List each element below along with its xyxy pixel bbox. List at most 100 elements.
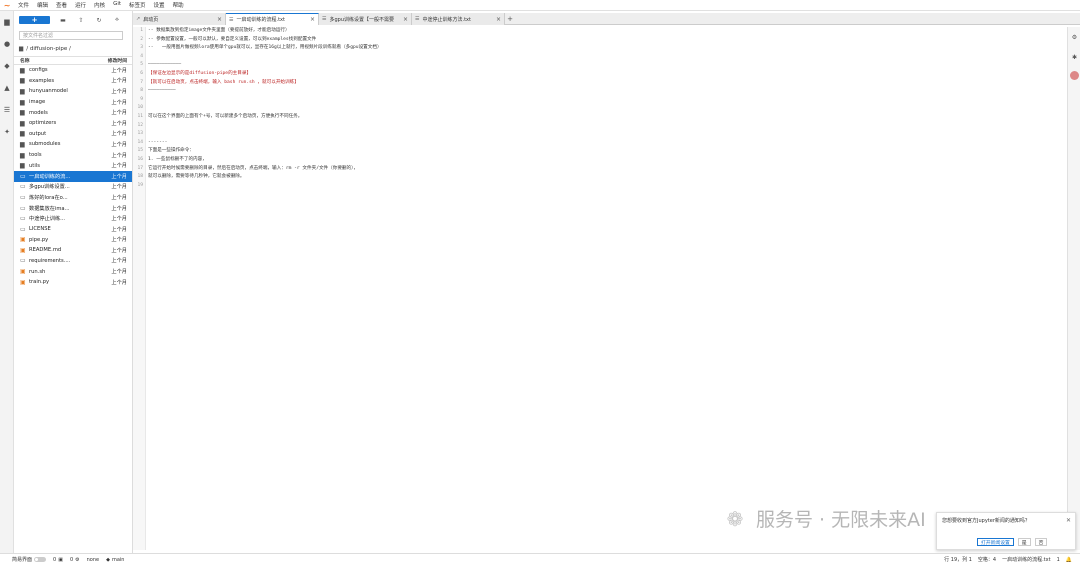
code-line[interactable]: 就可以删除，需要等待几秒钟，它就会被删除。 — [148, 173, 1048, 182]
line-number: 13 — [137, 131, 143, 137]
code-line[interactable]: ------- — [148, 139, 1048, 148]
menu-item[interactable]: Git — [109, 1, 125, 9]
toggle-switch[interactable] — [34, 557, 47, 562]
file-row[interactable]: ▭ 多gpu训练设置... 上个月 — [14, 182, 132, 193]
code-line[interactable] — [148, 130, 1048, 139]
code-line[interactable]: 它运行开始时候需要删除的目录，然后在启动页，点击终端，输入：rm -r 文件夹/… — [148, 165, 1048, 174]
settings-icon[interactable]: ⚙ — [1068, 27, 1080, 47]
breadcrumb[interactable]: ▆ / diffusion-pipe / — [19, 45, 132, 53]
code-line[interactable] — [148, 122, 1048, 131]
menu-item[interactable]: 设置 — [150, 1, 169, 9]
header-modified[interactable]: 修改时间 — [108, 57, 127, 64]
folder-icon: ▆ — [20, 98, 25, 106]
indent-setting[interactable]: 空格：4 — [978, 556, 996, 563]
refresh-icon[interactable]: ↻ — [94, 17, 104, 24]
yes-button[interactable]: 是 — [1017, 538, 1031, 546]
menu-item[interactable]: 运行 — [71, 1, 90, 9]
code-line[interactable]: ———————————— — [148, 61, 1048, 70]
menu-item[interactable]: 查看 — [52, 1, 71, 9]
line-number: 15 — [137, 148, 143, 154]
menu-item[interactable]: 编辑 — [33, 1, 52, 9]
add-tab-icon[interactable]: + — [505, 13, 515, 24]
file-row[interactable]: ▭ 中途停止训练... 上个月 — [14, 213, 132, 224]
code-line[interactable]: -- 一般用图片做视频lora使用单个gpu就可以，显存在16g以上就行，用视频… — [148, 44, 1048, 53]
close-icon[interactable]: × — [217, 16, 222, 23]
git-icon[interactable]: ◆ — [0, 55, 14, 77]
close-icon[interactable]: ✕ — [1066, 517, 1071, 524]
menu-item[interactable]: 标签页 — [125, 1, 150, 9]
text-editor[interactable]: 1 2 3 4 5 6 7 8 9 10 11 12 13 14 15 16 17 18 19 -- 数据集放到指定… — [133, 27, 1067, 550]
kernel-status[interactable]: none — [87, 557, 99, 563]
code-line[interactable]: 可以在这个界面的上面有个+号，可以新建多个启动页，方便执行不同任务。 — [148, 113, 1048, 122]
header-name[interactable]: 名称 — [20, 57, 30, 64]
terminal-count[interactable]: 0 ▣ — [53, 557, 63, 563]
line-number: 8 — [140, 88, 143, 94]
code-line[interactable]: -- 数据集放到指定image文件夹里面（要提前放好，才能启动运行） — [148, 27, 1048, 36]
debug-icon[interactable]: ✱ — [1068, 47, 1080, 67]
file-row[interactable]: ▆ examples 上个月 — [14, 76, 132, 87]
editor-tab[interactable]: ☰ 一启动训练的流程.txt × — [226, 13, 319, 25]
file-row[interactable]: ▆ optimizers 上个月 — [14, 118, 132, 129]
close-icon[interactable]: × — [496, 16, 501, 23]
editor-tab[interactable]: ☰ 中途停止训练方法.txt × — [412, 13, 505, 25]
file-row[interactable]: ▣ train.py 上个月 — [14, 277, 132, 288]
toc-icon[interactable]: ☰ — [0, 99, 14, 121]
code-line[interactable]: —————————— — [148, 87, 1048, 96]
line-number: 19 — [137, 182, 143, 188]
file-row[interactable]: ▣ README.md 上个月 — [14, 245, 132, 256]
bell-icon[interactable]: 🔔 — [1066, 557, 1072, 563]
code-line[interactable] — [148, 96, 1048, 105]
file-row[interactable]: ▆ hunyuanmodel 上个月 — [14, 86, 132, 97]
file-row[interactable]: ▭ 一启动训练的流... 上个月 — [14, 170, 132, 182]
file-row[interactable]: ▆ image 上个月 — [14, 97, 132, 108]
close-icon[interactable]: × — [403, 16, 408, 23]
file-row[interactable]: ▣ run.sh 上个月 — [14, 266, 132, 277]
file-row[interactable]: ▭ 炼好的lora在o... 上个月 — [14, 192, 132, 203]
count-2: 0 — [69, 556, 74, 563]
file-row[interactable]: ▆ submodules 上个月 — [14, 139, 132, 150]
text-file-icon: ☰ — [229, 16, 234, 23]
code-line[interactable]: -- 参数配置设置，一般可以默认，要自定义设置，可以到examples找到配置文… — [148, 36, 1048, 45]
file-row[interactable]: ▆ utils 上个月 — [14, 160, 132, 171]
code-line[interactable]: 1. 一些鼠标删不了的内容， — [148, 156, 1048, 165]
branch-icon: ◆ — [106, 556, 110, 563]
file-row[interactable]: ▭ 数据集放在ima... 上个月 — [14, 203, 132, 214]
simple-mode-toggle[interactable]: 简易界面 — [12, 556, 47, 563]
breadcrumb-path[interactable]: / diffusion-pipe / — [26, 46, 71, 52]
git-clone-icon[interactable]: ⟡ — [112, 16, 122, 24]
code-line[interactable] — [148, 104, 1048, 113]
upload-icon[interactable]: ⇧ — [76, 17, 86, 24]
file-row[interactable]: ▆ configs 上个月 — [14, 65, 132, 76]
editor-tab[interactable]: ↗ 启动页 × — [133, 13, 226, 25]
menu-item[interactable]: 内核 — [90, 1, 109, 9]
menu-item[interactable]: 帮助 — [169, 1, 188, 9]
editor-tab[interactable]: ☰ 多gpu训练设置【一般不需要 × — [319, 13, 412, 25]
code-line[interactable]: 【保证左边显示的是diffusion-pipe的主目录】 — [148, 70, 1048, 79]
commands-icon[interactable]: ▲ — [0, 77, 14, 99]
menu-item[interactable]: 文件 — [14, 1, 33, 9]
code-line[interactable] — [148, 182, 1048, 191]
cursor-position[interactable]: 行 19，列 1 — [944, 556, 972, 563]
extension-icon[interactable]: ✦ — [0, 121, 14, 143]
avatar[interactable] — [1069, 71, 1079, 80]
file-row[interactable]: ▭ requirements.... 上个月 — [14, 256, 132, 267]
new-launcher-button[interactable]: + — [19, 16, 50, 24]
file-row[interactable]: ▆ tools 上个月 — [14, 150, 132, 161]
file-row[interactable]: ▆ models 上个月 — [14, 107, 132, 118]
code-line[interactable]: 下面是一些操作命令： — [148, 147, 1048, 156]
git-branch[interactable]: ◆ main — [106, 557, 124, 563]
no-button[interactable]: 否 — [1034, 538, 1048, 546]
running-icon[interactable]: ● — [0, 33, 14, 55]
editor-content[interactable]: -- 数据集放到指定image文件夹里面（要提前放好，才能启动运行） -- 参数配… — [148, 27, 1048, 190]
file-row[interactable]: ▆ output 上个月 — [14, 129, 132, 140]
close-icon[interactable]: × — [310, 16, 315, 23]
folder-icon[interactable]: ▆ — [0, 11, 14, 33]
code-line[interactable]: 【就可以在启动页，点击终端，输入 bash run.sh ，就可以开始训练】 — [148, 79, 1048, 88]
kernel-count[interactable]: 0 ⚙ — [70, 557, 80, 563]
code-line[interactable] — [148, 53, 1048, 62]
file-row[interactable]: ▭ LICENSE 上个月 — [14, 224, 132, 235]
file-row[interactable]: ▣ pipe.py 上个月 — [14, 235, 132, 246]
open-news-settings-button[interactable]: 打开新闻设置 — [977, 538, 1014, 546]
filter-input[interactable]: 按文件名过滤 — [19, 31, 123, 40]
new-folder-icon[interactable]: ▬ — [58, 17, 68, 24]
